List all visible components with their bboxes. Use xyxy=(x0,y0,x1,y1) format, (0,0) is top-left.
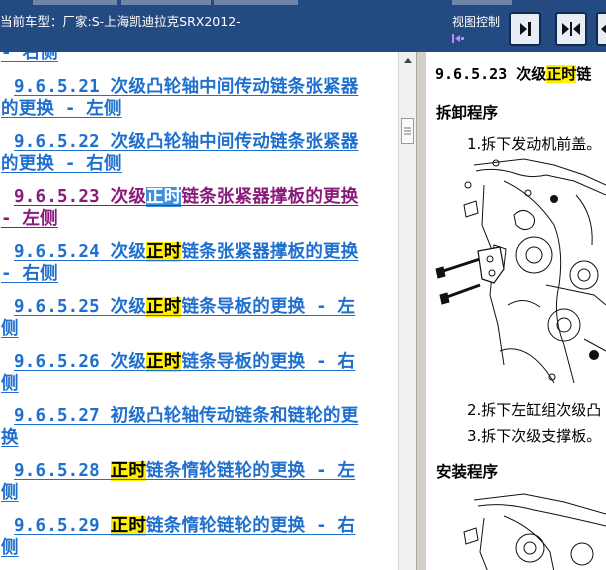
view-control-label: 视图控制 xyxy=(452,15,501,29)
toc-panel: - 右侧 9.6.5.21 次级凸轮轴中间传动链条张紧器 的更换 - 左侧 9.… xyxy=(0,52,398,570)
toc-item-title-cont[interactable]: 侧 xyxy=(1,374,19,394)
top-tab-strip[interactable] xyxy=(452,0,512,5)
toc-item-number: 9.6.5.28 xyxy=(14,461,100,481)
installation-procedure-heading: 安装程序 xyxy=(436,463,499,481)
toc-item-9-6-5-29[interactable]: 9.6.5.29 正时链条惰轮链轮的更换 - 右 侧 xyxy=(0,515,398,559)
top-tab-strip[interactable] xyxy=(214,0,298,5)
toc-item-number: 9.6.5.29 xyxy=(14,516,100,536)
toc-item-title-cont[interactable]: - 左侧 xyxy=(1,209,58,229)
arrow-right-bar-icon xyxy=(520,22,531,36)
toc-item-number: 9.6.5.22 xyxy=(14,132,100,152)
current-vehicle-label: 当前车型：厂家:S-上海凯迪拉克SRX2012- xyxy=(0,14,241,29)
toc-item-9-6-5-22[interactable]: 9.6.5.22 次级凸轮轴中间传动链条张紧器 的更换 - 右侧 xyxy=(0,131,398,175)
expand-panel-button[interactable] xyxy=(596,12,606,46)
removal-procedure-heading: 拆卸程序 xyxy=(436,104,499,122)
toc-item-9-6-5-21[interactable]: 9.6.5.21 次级凸轮轴中间传动链条张紧器 的更换 - 左侧 xyxy=(0,76,398,120)
grip-icon xyxy=(404,127,411,135)
search-highlight: 正时 xyxy=(110,516,147,536)
removal-step-3: 3.拆下次级支撑板。 xyxy=(467,427,602,445)
toc-item-number: 9.6.5.21 xyxy=(14,77,100,97)
removal-step-2: 2.拆下左缸组次级凸 xyxy=(467,401,602,419)
toc-item-9-6-5-23-current[interactable]: 9.6.5.23 次级正时链条张紧器撑板的更换 - 左侧 xyxy=(0,186,398,230)
next-page-button[interactable] xyxy=(509,12,541,46)
toc-item-9-6-5-27[interactable]: 9.6.5.27 初级凸轮轴传动链条和链轮的更 换 xyxy=(0,405,398,449)
collapse-panels-button[interactable] xyxy=(555,12,587,46)
removal-step-1: 1.拆下发动机前盖。 xyxy=(467,135,602,153)
toc-item-number: 9.6.5.23 xyxy=(14,187,100,207)
search-highlight-selected: 正时 xyxy=(146,187,182,207)
toc-item-title-cont[interactable]: 侧 xyxy=(1,483,19,503)
toc-item-title: 初级凸轮轴传动链条和链轮的更 xyxy=(110,406,359,426)
panel-splitter[interactable] xyxy=(416,52,426,570)
toc-item-title-cont[interactable]: 侧 xyxy=(1,538,19,558)
toc-item-9-6-5-26[interactable]: 9.6.5.26 次级正时链条导板的更换 - 右 侧 xyxy=(0,351,398,395)
scrollbar-thumb[interactable] xyxy=(401,118,414,144)
toc-item-title-cont[interactable]: 侧 xyxy=(1,319,19,339)
engine-front-illustration xyxy=(435,158,606,384)
toc-item-number: 9.6.5.27 xyxy=(14,406,100,426)
toc-item-partial[interactable]: - 右侧 xyxy=(0,52,398,64)
toc-scrollbar[interactable] xyxy=(398,52,417,570)
toc-item-number: 9.6.5.26 xyxy=(14,352,100,372)
top-tab-strip[interactable] xyxy=(33,0,117,5)
search-highlight: 正时 xyxy=(110,461,147,481)
toc-item-number: 9.6.5.25 xyxy=(14,297,100,317)
view-control-slider-icon[interactable] xyxy=(452,33,464,44)
top-tab-strip[interactable] xyxy=(121,0,211,5)
toc-item-title: 次级凸轮轴中间传动链条张紧器 xyxy=(110,132,359,152)
split-arrows-icon xyxy=(562,22,580,36)
toc-item-number: 9.6.5.24 xyxy=(14,242,100,262)
search-highlight: 正时 xyxy=(146,242,182,262)
top-toolbar: 当前车型：厂家:S-上海凯迪拉克SRX2012- 视图控制 xyxy=(0,0,606,52)
arrow-left-icon xyxy=(601,24,606,34)
search-highlight: 正时 xyxy=(146,352,182,372)
scroll-up-arrow-icon[interactable] xyxy=(399,52,417,69)
toc-item-9-6-5-24[interactable]: 9.6.5.24 次级正时链条张紧器撑板的更换 - 右侧 xyxy=(0,241,398,285)
toc-item-label[interactable]: - 右侧 xyxy=(1,52,58,63)
toc-item-9-6-5-25[interactable]: 9.6.5.25 次级正时链条导板的更换 - 左 侧 xyxy=(0,296,398,340)
toc-item-title-cont[interactable]: 的更换 - 右侧 xyxy=(1,154,122,174)
toc-item-title-cont[interactable]: 的更换 - 左侧 xyxy=(1,99,122,119)
document-title: 9.6.5.23 次级正时链 xyxy=(435,65,592,83)
engine-install-illustration xyxy=(463,493,606,570)
toc-item-title: 次级凸轮轴中间传动链条张紧器 xyxy=(110,77,359,97)
toc-item-title-cont[interactable]: 换 xyxy=(1,428,19,448)
toc-item-9-6-5-28[interactable]: 9.6.5.28 正时链条惰轮链轮的更换 - 左 侧 xyxy=(0,460,398,504)
document-panel: 9.6.5.23 次级正时链 拆卸程序 1.拆下发动机前盖。 2.拆下左缸组次级… xyxy=(426,52,606,570)
toc-item-title-cont[interactable]: - 右侧 xyxy=(1,264,58,284)
search-highlight: 正时 xyxy=(146,297,182,317)
